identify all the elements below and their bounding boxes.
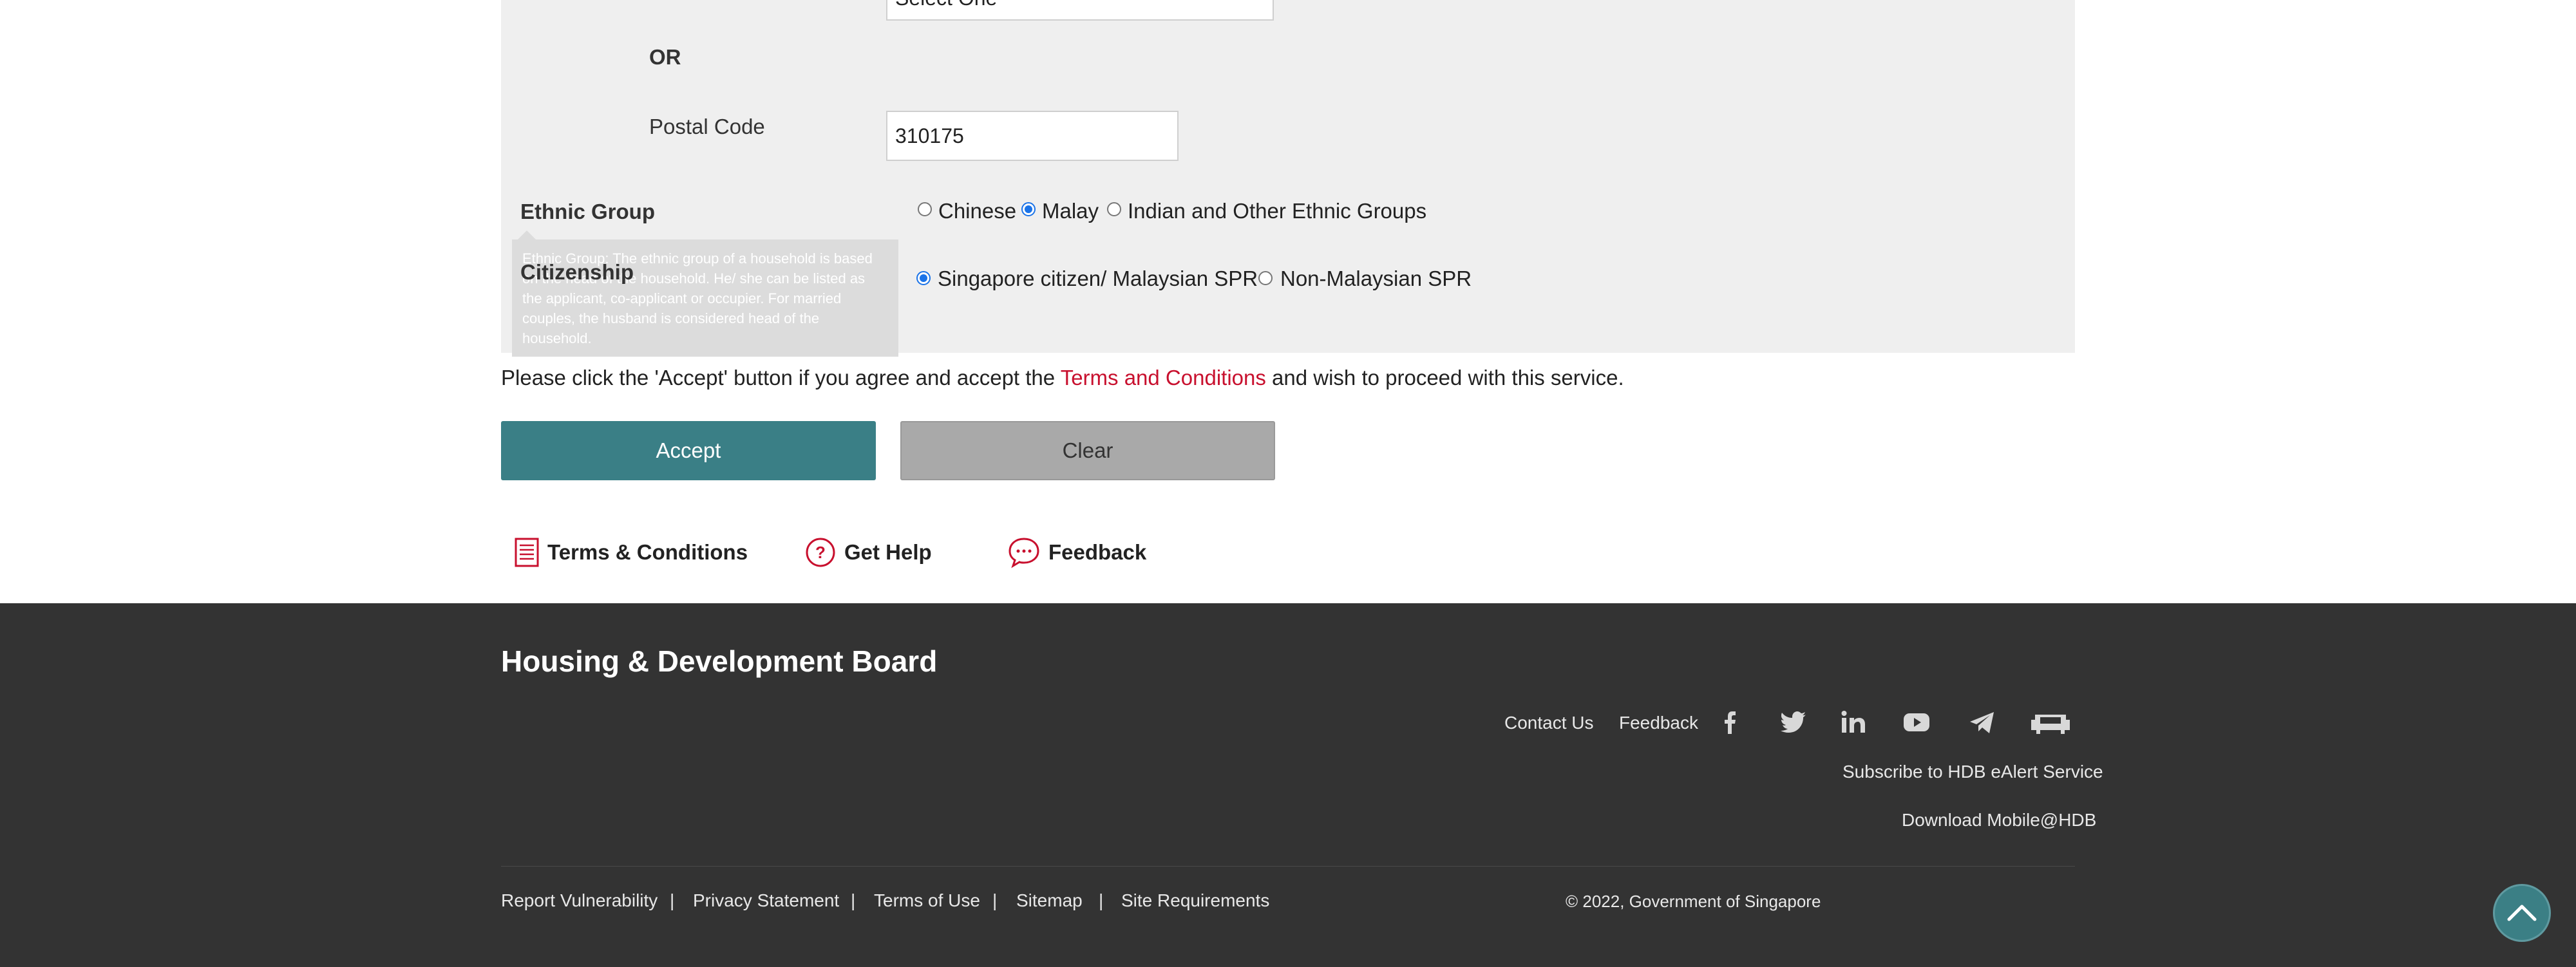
twitter-icon[interactable] xyxy=(1780,708,1808,737)
footer-separator: | xyxy=(851,890,856,910)
ethnic-radio-indian-other[interactable] xyxy=(1107,202,1121,216)
terms-notice-before: Please click the 'Accept' button if you … xyxy=(501,366,1061,390)
terms-notice-link[interactable]: Terms and Conditions xyxy=(1061,366,1266,390)
terms-conditions-link[interactable]: Terms & Conditions xyxy=(514,534,748,570)
download-mobile-hdb-link[interactable]: Download Mobile@HDB xyxy=(1902,810,2096,831)
tooltip-arrow xyxy=(518,230,536,239)
citizenship-label: Citizenship xyxy=(520,260,634,284)
report-vulnerability-link[interactable]: Report Vulnerability xyxy=(501,890,658,911)
footer-feedback-link[interactable]: Feedback xyxy=(1619,713,1698,733)
contact-us-link[interactable]: Contact Us xyxy=(1504,713,1594,733)
svg-text:?: ? xyxy=(815,543,826,562)
footer-divider xyxy=(501,866,2075,867)
ethnic-radio-malay[interactable] xyxy=(1021,202,1036,216)
hdb-sofa-icon[interactable] xyxy=(2029,708,2072,737)
feedback-link[interactable]: Feedback xyxy=(1007,534,1146,570)
ethnic-option-chinese-label: Chinese xyxy=(938,199,1017,223)
subscribe-ealert-link[interactable]: Subscribe to HDB eAlert Service xyxy=(1842,762,2103,782)
youtube-icon[interactable] xyxy=(1902,708,1931,737)
citizenship-radio-non-malaysian[interactable] xyxy=(1258,271,1273,285)
citizenship-option-sg-malaysian-label: Singapore citizen/ Malaysian SPR xyxy=(938,267,1258,290)
linkedin-icon[interactable] xyxy=(1839,708,1868,737)
address-select[interactable]: Select One xyxy=(886,0,1274,21)
question-circle-icon: ? xyxy=(806,538,835,567)
telegram-icon[interactable] xyxy=(1968,708,1996,737)
ethnic-radio-chinese[interactable] xyxy=(918,202,932,216)
footer-separator: | xyxy=(670,890,675,910)
clear-button[interactable]: Clear xyxy=(900,421,1275,480)
facebook-icon[interactable] xyxy=(1716,708,1744,737)
accept-button[interactable]: Accept xyxy=(501,421,876,480)
citizenship-radio-sg-malaysian[interactable] xyxy=(916,271,931,285)
site-footer xyxy=(0,603,2576,967)
chat-bubble-icon xyxy=(1009,538,1039,568)
chevron-up-icon xyxy=(2507,905,2537,921)
get-help-label: Get Help xyxy=(844,540,932,564)
copyright-text: © 2022, Government of Singapore xyxy=(1566,892,1821,911)
footer-separator: | xyxy=(1099,890,1104,910)
ethnic-option-indian-other-label: Indian and Other Ethnic Groups xyxy=(1128,199,1427,223)
scroll-to-top-button[interactable] xyxy=(2493,884,2551,942)
terms-notice: Please click the 'Accept' button if you … xyxy=(501,366,1624,390)
terms-of-use-link[interactable]: Terms of Use xyxy=(874,890,980,911)
citizenship-option-non-malaysian-label: Non-Malaysian SPR xyxy=(1280,267,1472,290)
sitemap-link[interactable]: Sitemap xyxy=(1016,890,1083,911)
feedback-label: Feedback xyxy=(1048,540,1147,564)
ethnic-group-tooltip: Ethnic Group: The ethnic group of a hous… xyxy=(512,239,898,357)
or-label: OR xyxy=(649,45,681,69)
terms-notice-after: and wish to proceed with this service. xyxy=(1265,366,1624,390)
ethnic-option-malay-label: Malay xyxy=(1042,199,1099,223)
postal-code-input[interactable]: 310175 xyxy=(886,111,1179,161)
postal-code-label: Postal Code xyxy=(649,115,765,138)
footer-title: Housing & Development Board xyxy=(501,644,938,678)
document-icon xyxy=(515,538,539,567)
ethnic-group-label: Ethnic Group xyxy=(520,200,655,223)
site-requirements-link[interactable]: Site Requirements xyxy=(1121,890,1269,911)
footer-separator: | xyxy=(992,890,998,910)
privacy-statement-link[interactable]: Privacy Statement xyxy=(693,890,839,911)
get-help-link[interactable]: ? Get Help xyxy=(804,534,932,570)
terms-conditions-label: Terms & Conditions xyxy=(547,540,748,564)
